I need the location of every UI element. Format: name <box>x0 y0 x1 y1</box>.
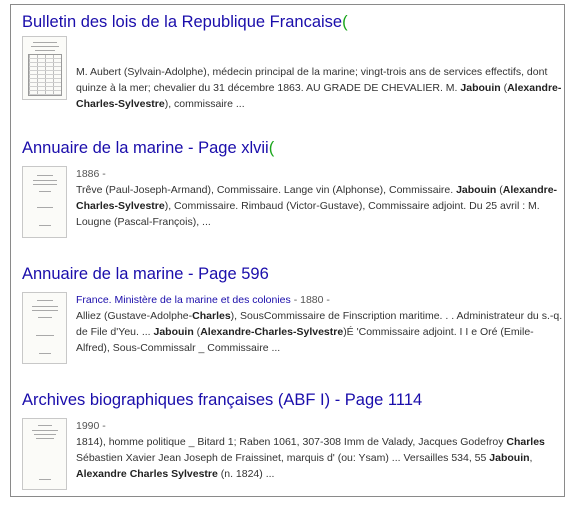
author-link[interactable]: France. Ministère de la marine et des co… <box>76 294 291 306</box>
book-thumbnail[interactable] <box>22 166 67 238</box>
highlighted-term: Alexandre Charles Sylvestre <box>76 468 218 480</box>
snippet-text: , <box>529 452 533 464</box>
snippet-text: (n. 1824) ... <box>217 468 275 480</box>
snippet-text: ), commissaire ... <box>164 98 245 110</box>
result-title-link[interactable]: Annuaire de la marine - Page xlvii( <box>22 138 552 158</box>
search-result: Bulletin des lois de la Republique Franc… <box>22 12 561 116</box>
result-meta: France. Ministère de la marine et des co… <box>76 292 566 308</box>
result-snippet: Alliez (Gustave-Adolphe-Charles), SousCo… <box>76 308 566 356</box>
snippet-text: Trêve (Paul-Joseph-Armand), Commissaire.… <box>76 184 457 196</box>
result-title-text: Archives biographiques françaises (ABF I… <box>22 391 423 409</box>
highlighted-term: Jabouin <box>456 184 497 196</box>
highlighted-term: Alexandre-Charles-Sylvestre <box>200 326 344 338</box>
result-title-link[interactable]: Annuaire de la marine - Page 596 <box>22 264 552 284</box>
title-truncation-mark: ( <box>342 13 348 31</box>
book-thumbnail[interactable] <box>22 292 67 364</box>
snippet-text: 1814), homme politique _ Bitard 1; Raben… <box>76 436 507 448</box>
snippet-text: Sébastien Xavier Jean Joseph de Fraissin… <box>76 452 490 464</box>
result-title-text: Bulletin des lois de la Republique Franc… <box>22 13 343 31</box>
result-snippet: 1814), homme politique _ Bitard 1; Raben… <box>76 434 566 482</box>
snippet-text: Alliez (Gustave-Adolphe- <box>76 310 193 322</box>
book-thumbnail[interactable] <box>22 36 67 100</box>
highlighted-term: Jabouin <box>489 452 530 464</box>
result-title-link[interactable]: Archives biographiques françaises (ABF I… <box>22 390 552 410</box>
book-thumbnail[interactable] <box>22 418 67 490</box>
result-title-link[interactable]: Bulletin des lois de la Republique Franc… <box>22 12 552 32</box>
highlighted-term: Jabouin <box>153 326 194 338</box>
search-result: Annuaire de la marine - Page 596 France.… <box>22 264 562 372</box>
highlighted-term: Jabouin <box>460 82 501 94</box>
title-truncation-mark: ( <box>268 139 275 157</box>
search-result: Annuaire de la marine - Page xlvii( 1886… <box>22 138 557 246</box>
result-meta: 1990 - <box>76 420 106 432</box>
highlighted-term: Charles <box>506 436 545 448</box>
highlighted-term: Charles <box>192 310 231 322</box>
search-result: Archives biographiques françaises (ABF I… <box>22 390 552 498</box>
result-snippet: M. Aubert (Sylvain-Adolphe), médecin pri… <box>76 64 566 112</box>
result-title-text: Annuaire de la marine - Page xlvii <box>22 139 269 157</box>
result-snippet: Trêve (Paul-Joseph-Armand), Commissaire.… <box>76 182 566 230</box>
result-title-text: Annuaire de la marine - Page 596 <box>22 265 269 283</box>
result-meta: 1886 - <box>76 168 106 180</box>
result-year: - 1880 - <box>290 294 330 306</box>
